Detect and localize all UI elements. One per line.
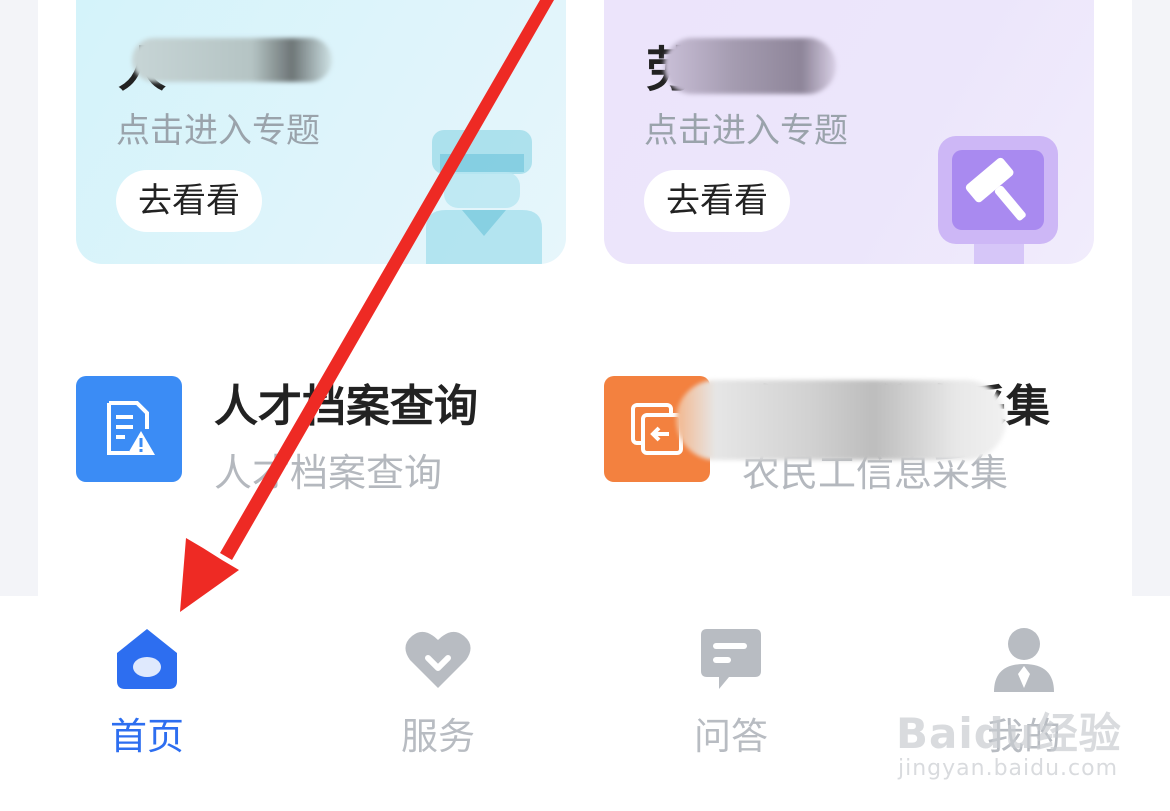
- service-title: 人才档案查询: [214, 381, 478, 432]
- home-icon: [112, 624, 182, 694]
- chat-icon: [696, 624, 766, 694]
- service-talent-archive[interactable]: 人才档案查询 人才档案查询: [76, 376, 556, 495]
- redaction-blur: [676, 380, 1006, 460]
- topic-card-subtitle: 点击进入专题: [116, 111, 320, 151]
- tab-label: 问答: [694, 715, 768, 758]
- topic-card-talent[interactable]: 人 点击进入专题 去看看: [76, 0, 566, 264]
- baidu-watermark: Baidu经验 jingyan.baidu.com: [896, 700, 1122, 781]
- service-subtitle: 人才档案查询: [214, 451, 443, 495]
- watermark-logo: Baidu经验: [896, 709, 1122, 758]
- go-see-button[interactable]: 去看看: [116, 170, 262, 232]
- tab-qa[interactable]: 问答: [666, 624, 796, 760]
- tab-home[interactable]: 首页: [82, 624, 212, 760]
- heart-icon: [403, 624, 473, 694]
- tab-service[interactable]: 服务: [373, 624, 503, 760]
- redaction-blur: [132, 38, 332, 82]
- go-see-button[interactable]: 去看看: [644, 170, 790, 232]
- user-icon: [989, 624, 1059, 694]
- redaction-blur: [664, 38, 836, 94]
- document-warning-icon: [76, 376, 182, 482]
- tab-label: 首页: [110, 715, 184, 758]
- tab-label: 服务: [401, 715, 475, 758]
- topic-card-subtitle: 点击进入专题: [644, 111, 848, 151]
- gavel-illustration-icon: [938, 136, 1058, 264]
- watermark-url: jingyan.baidu.com: [898, 756, 1119, 781]
- topic-card-labor[interactable]: 劳 点击进入专题 去看看: [604, 0, 1094, 264]
- service-migrant-worker-info[interactable]: 农民工信息采集 农民工信息采集: [604, 376, 1104, 495]
- worker-illustration-icon: [426, 130, 542, 264]
